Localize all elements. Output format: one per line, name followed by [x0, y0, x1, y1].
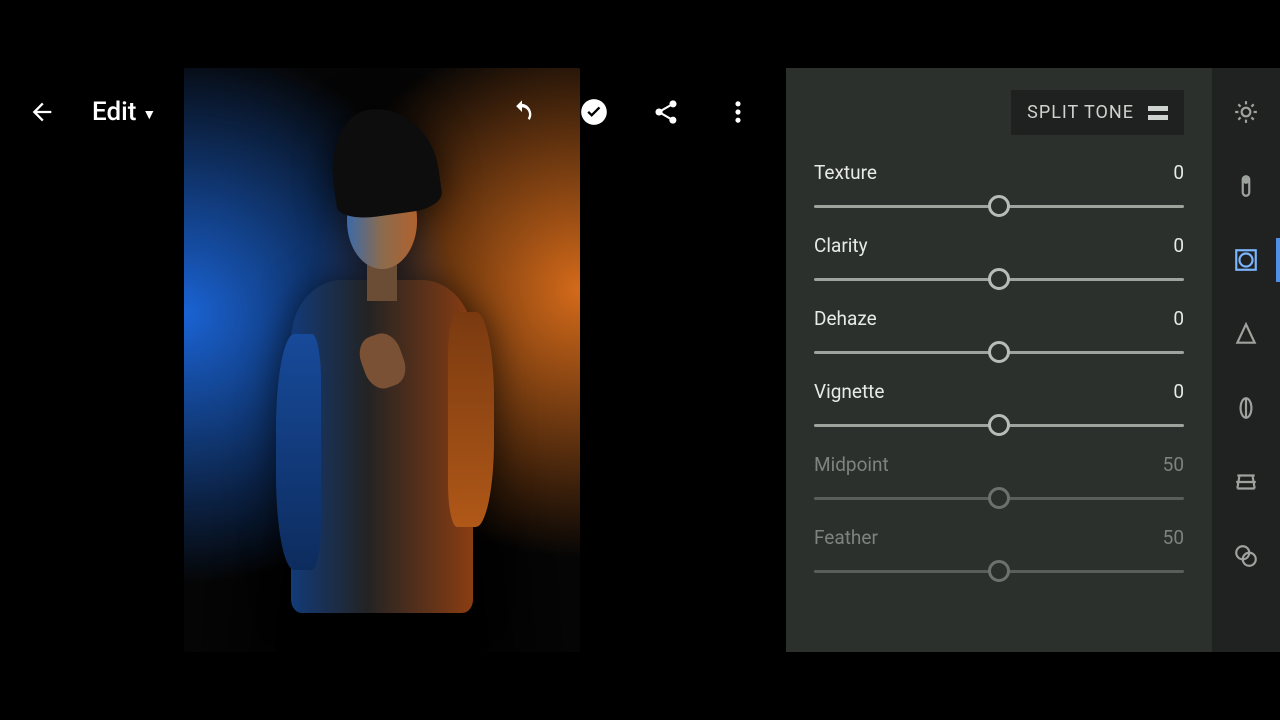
- slider-track[interactable]: [814, 490, 1184, 506]
- mode-dropdown[interactable]: Edit ▼: [92, 97, 156, 127]
- slider-vignette: Vignette 0: [814, 380, 1184, 433]
- color-icon: [1233, 173, 1259, 199]
- chevron-down-icon: ▼: [142, 106, 156, 123]
- slider-dehaze: Dehaze 0: [814, 307, 1184, 360]
- slider-knob[interactable]: [988, 560, 1010, 582]
- slider-label: Vignette: [814, 380, 884, 403]
- optics-icon: [1233, 395, 1259, 421]
- slider-value: 0: [1173, 161, 1184, 184]
- presets-tool[interactable]: [1230, 540, 1262, 572]
- light-tool[interactable]: [1230, 96, 1262, 128]
- slider-texture: Texture 0: [814, 161, 1184, 214]
- slider-knob[interactable]: [988, 341, 1010, 363]
- slider-label: Feather: [814, 526, 878, 549]
- check-circle-icon: [580, 98, 608, 126]
- undo-icon: [508, 98, 536, 126]
- share-icon: [652, 98, 680, 126]
- slider-value: 0: [1173, 234, 1184, 257]
- effects-panel: SPLIT TONE Texture0Clarity0Dehaze0Vignet…: [786, 68, 1212, 652]
- slider-knob[interactable]: [988, 414, 1010, 436]
- effects-icon: [1233, 247, 1259, 273]
- slider-clarity: Clarity 0: [814, 234, 1184, 287]
- mode-label: Edit: [92, 97, 136, 127]
- share-button[interactable]: [644, 90, 688, 134]
- more-vert-icon: [724, 98, 752, 126]
- slider-label: Dehaze: [814, 307, 877, 330]
- accept-button[interactable]: [572, 90, 616, 134]
- undo-button[interactable]: [500, 90, 544, 134]
- slider-label: Texture: [814, 161, 877, 184]
- presets-icon: [1233, 543, 1259, 569]
- slider-value: 0: [1173, 307, 1184, 330]
- overflow-menu-button[interactable]: [716, 90, 760, 134]
- effects-tool[interactable]: [1230, 244, 1262, 276]
- slider-track[interactable]: [814, 417, 1184, 433]
- detail-icon: [1233, 321, 1259, 347]
- geometry-icon: [1233, 469, 1259, 495]
- slider-midpoint: Midpoint 50: [814, 453, 1184, 506]
- back-button[interactable]: [20, 90, 64, 134]
- split-tone-icon: [1148, 106, 1168, 120]
- slider-knob[interactable]: [988, 487, 1010, 509]
- split-tone-label: SPLIT TONE: [1027, 102, 1134, 123]
- slider-value: 50: [1163, 526, 1184, 549]
- geometry-tool[interactable]: [1230, 466, 1262, 498]
- slider-knob[interactable]: [988, 195, 1010, 217]
- slider-track[interactable]: [814, 344, 1184, 360]
- slider-track[interactable]: [814, 563, 1184, 579]
- slider-track[interactable]: [814, 198, 1184, 214]
- slider-label: Clarity: [814, 234, 868, 257]
- subject-silhouette: [255, 97, 508, 634]
- slider-track[interactable]: [814, 271, 1184, 287]
- split-tone-button[interactable]: SPLIT TONE: [1011, 90, 1184, 135]
- slider-value: 50: [1163, 453, 1184, 476]
- arrow-left-icon: [28, 98, 56, 126]
- slider-label: Midpoint: [814, 453, 889, 476]
- slider-feather: Feather 50: [814, 526, 1184, 579]
- detail-tool[interactable]: [1230, 318, 1262, 350]
- slider-value: 0: [1173, 380, 1184, 403]
- optics-tool[interactable]: [1230, 392, 1262, 424]
- tool-rail: [1212, 68, 1280, 652]
- color-tool[interactable]: [1230, 170, 1262, 202]
- light-icon: [1233, 99, 1259, 125]
- image-preview[interactable]: [184, 68, 580, 652]
- slider-knob[interactable]: [988, 268, 1010, 290]
